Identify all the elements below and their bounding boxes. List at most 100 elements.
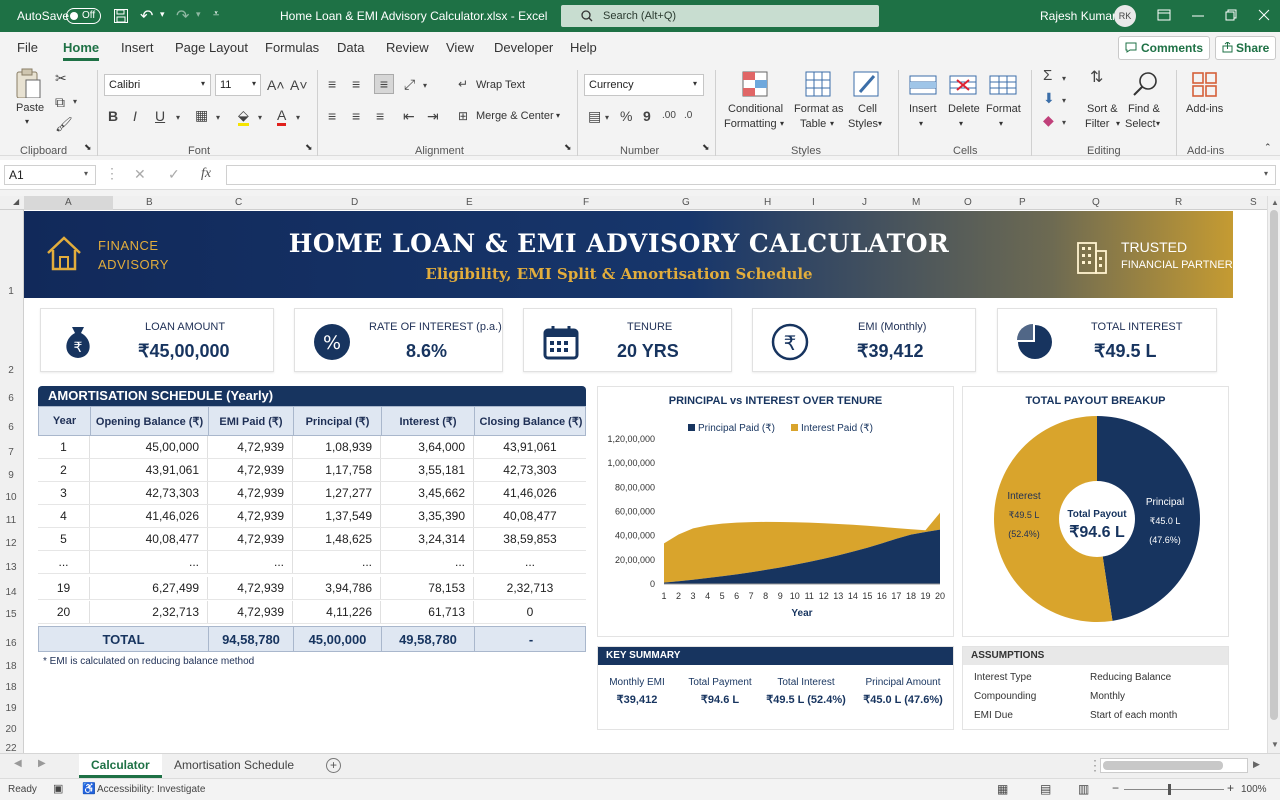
menu-insert[interactable]: Insert: [121, 40, 154, 55]
accounting-dropdown-icon[interactable]: ▾: [605, 110, 609, 126]
increase-indent-icon[interactable]: ⇥: [427, 108, 439, 124]
page-break-view-icon[interactable]: ▥: [1078, 782, 1089, 796]
column-header[interactable]: J: [862, 197, 867, 208]
row-header[interactable]: 19: [0, 703, 22, 714]
percent-style-icon[interactable]: %: [620, 108, 632, 124]
redo-icon[interactable]: ↷: [176, 6, 189, 26]
menu-file[interactable]: File: [17, 40, 38, 55]
row-header[interactable]: 6: [0, 422, 22, 433]
accounting-format-icon[interactable]: ▤: [588, 108, 601, 124]
autosum-dropdown-icon[interactable]: ▾: [1062, 71, 1066, 87]
add-ins-button[interactable]: Add-ins: [1186, 103, 1223, 115]
zoom-slider-thumb[interactable]: [1168, 784, 1171, 795]
wrap-text-button[interactable]: Wrap Text: [476, 79, 525, 91]
row-header[interactable]: 20: [0, 724, 22, 735]
align-left-icon[interactable]: ≡: [328, 108, 336, 124]
insert-cells-label[interactable]: Insert: [909, 103, 937, 115]
format-cells-dropdown-icon[interactable]: ▾: [999, 119, 1003, 128]
redo-dropdown-icon[interactable]: ▾: [196, 9, 201, 20]
insert-cells-dropdown-icon[interactable]: ▾: [919, 119, 923, 128]
merge-dropdown-icon[interactable]: ▾: [556, 111, 560, 120]
column-header[interactable]: C: [235, 197, 242, 208]
row-header[interactable]: 14: [0, 587, 22, 598]
font-color-icon[interactable]: A: [277, 107, 287, 126]
row-header[interactable]: 2: [0, 365, 22, 376]
font-size-dropdown-icon[interactable]: ▾: [252, 79, 256, 88]
row-header[interactable]: 11: [0, 515, 22, 526]
align-top-icon[interactable]: ≡: [328, 76, 336, 92]
conditional-formatting-dropdown-icon[interactable]: ▾: [780, 119, 784, 128]
add-ins-icon[interactable]: [1190, 70, 1220, 100]
minimize-icon[interactable]: [1192, 15, 1204, 17]
restore-icon[interactable]: [1225, 9, 1237, 21]
row-header[interactable]: 18: [0, 661, 22, 672]
borders-icon[interactable]: ▦: [195, 107, 208, 123]
orientation-icon[interactable]: ⤢: [404, 76, 415, 92]
menu-review[interactable]: Review: [386, 40, 429, 55]
avatar[interactable]: RK: [1114, 5, 1136, 27]
format-as-table-dropdown-icon[interactable]: ▾: [830, 119, 834, 128]
zoom-out-icon[interactable]: −: [1112, 781, 1119, 795]
column-header[interactable]: D: [351, 197, 358, 208]
autosum-icon[interactable]: Σ: [1043, 68, 1052, 84]
expand-formula-bar-icon[interactable]: ▾: [1264, 169, 1268, 178]
column-header[interactable]: M: [912, 197, 920, 208]
row-header[interactable]: 15: [0, 609, 22, 620]
font-color-dropdown-icon[interactable]: ▾: [296, 110, 300, 126]
delete-cells-label[interactable]: Delete: [948, 103, 980, 115]
column-header[interactable]: I: [812, 197, 815, 208]
cell-styles-label-2[interactable]: Styles: [848, 118, 878, 130]
conditional-formatting-label-1[interactable]: Conditional: [728, 103, 783, 115]
row-header[interactable]: 12: [0, 538, 22, 549]
row-header[interactable]: 16: [0, 638, 22, 649]
column-header[interactable]: O: [964, 197, 972, 208]
column-header[interactable]: G: [682, 197, 690, 208]
number-launcher-icon[interactable]: ⬊: [702, 142, 710, 153]
format-as-table-label-2[interactable]: Table: [800, 118, 826, 130]
orientation-dropdown-icon[interactable]: ▾: [423, 78, 427, 94]
column-header[interactable]: A: [65, 197, 72, 208]
clear-dropdown-icon[interactable]: ▾: [1062, 115, 1066, 131]
scroll-right-icon[interactable]: ▶: [1253, 759, 1260, 770]
menu-help[interactable]: Help: [570, 40, 597, 55]
undo-icon[interactable]: ↶: [140, 6, 153, 26]
merge-center-button[interactable]: Merge & Center: [476, 110, 554, 122]
cell-styles-icon[interactable]: [852, 70, 882, 100]
select-all-icon[interactable]: ◢: [13, 197, 19, 206]
column-header[interactable]: S: [1250, 197, 1257, 208]
find-select-icon[interactable]: [1131, 70, 1161, 100]
cell-styles-label-1[interactable]: Cell: [858, 103, 877, 115]
find-select-dropdown-icon[interactable]: ▾: [1156, 119, 1160, 128]
copy-icon[interactable]: ⧉: [55, 94, 65, 110]
formula-input[interactable]: [226, 165, 1276, 185]
column-header[interactable]: F: [583, 197, 589, 208]
confirm-entry-icon[interactable]: ✓: [168, 166, 180, 183]
format-cells-label[interactable]: Format: [986, 103, 1021, 115]
paste-icon[interactable]: [14, 68, 44, 98]
save-icon[interactable]: [113, 8, 129, 24]
user-name[interactable]: Rajesh Kumar: [1040, 9, 1116, 23]
comments-button[interactable]: Comments: [1118, 36, 1211, 60]
autosave-toggle[interactable]: Off: [66, 8, 101, 24]
number-format-select[interactable]: Currency: [584, 74, 704, 96]
zoom-slider[interactable]: [1124, 789, 1224, 790]
vertical-scroll-thumb[interactable]: [1270, 210, 1278, 720]
fill-color-icon[interactable]: ⬙: [238, 107, 249, 126]
format-painter-icon[interactable]: 🖌: [55, 116, 73, 132]
alignment-launcher-icon[interactable]: ⬊: [564, 142, 572, 153]
normal-view-icon[interactable]: ▦: [997, 782, 1008, 796]
sort-filter-dropdown-icon[interactable]: ▾: [1116, 119, 1120, 128]
merge-center-icon[interactable]: ⊞: [458, 108, 468, 124]
clipboard-launcher-icon[interactable]: ⬊: [84, 142, 92, 153]
menu-page-layout[interactable]: Page Layout: [175, 40, 248, 55]
cancel-entry-icon[interactable]: ✕: [134, 166, 146, 183]
clear-icon[interactable]: ◆: [1043, 112, 1054, 128]
row-header[interactable]: 1: [0, 286, 22, 297]
increase-font-icon[interactable]: A˄: [267, 77, 285, 93]
font-name-dropdown-icon[interactable]: ▾: [201, 79, 205, 88]
tab-amortisation-schedule[interactable]: Amortisation Schedule: [174, 754, 294, 778]
customize-toolbar-icon[interactable]: ⩡: [213, 8, 219, 21]
sort-filter-icon[interactable]: ⇅: [1090, 70, 1103, 86]
menu-formulas[interactable]: Formulas: [265, 40, 319, 55]
decrease-decimal-icon[interactable]: .0: [684, 108, 692, 124]
